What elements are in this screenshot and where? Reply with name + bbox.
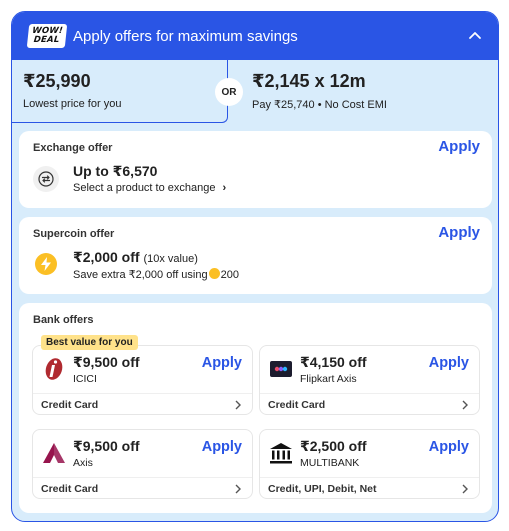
lightning-icon — [35, 253, 57, 275]
bank-offer-card-axis[interactable]: ₹9,500 off Axis Apply Credit Card — [32, 429, 253, 499]
supercoin-sub-line: Save extra ₹2,000 off using 200 — [73, 268, 239, 281]
flipkart-axis-card-icon — [269, 357, 293, 381]
supercoin-offer-panel[interactable]: Supercoin offer Apply ₹2,000 off (10x va… — [19, 217, 492, 294]
bank-offer-bank: Flipkart Axis — [300, 373, 357, 385]
flipkart-axis-apply-button[interactable]: Apply — [429, 355, 469, 371]
supercoin-icon — [208, 268, 220, 279]
lowest-price-label: Lowest price for you — [23, 98, 122, 110]
emi-label: Pay ₹25,740 • No Cost EMI — [252, 99, 387, 111]
icici-logo — [42, 357, 66, 381]
bank-offer-card-multibank[interactable]: ₹2,500 off MULTIBANK Apply Credit, UPI, … — [259, 429, 480, 499]
bank-offer-bank: ICICI — [73, 373, 97, 385]
multibank-apply-button[interactable]: Apply — [429, 439, 469, 455]
supercoin-multiplier: (10x value) — [143, 253, 198, 265]
price-options: ₹25,990 Lowest price for you OR ₹2,145 x… — [12, 60, 498, 126]
supercoin-sub-label: Save extra ₹2,000 off using — [73, 269, 208, 281]
bank-offer-card-icici[interactable]: ₹9,500 off ICICI Apply Credit Card — [32, 345, 253, 415]
bank-offer-amount: ₹4,150 off — [300, 354, 367, 370]
bank-building-icon — [269, 441, 293, 465]
chevron-up-icon[interactable] — [468, 29, 482, 43]
bank-offer-type: Credit Card — [41, 483, 99, 495]
supercoin-amount-line: ₹2,000 off (10x value) — [73, 249, 198, 266]
exchange-select-link[interactable]: Select a product to exchange › — [73, 182, 226, 194]
supercoin-offer-title: Supercoin offer — [33, 228, 115, 240]
supercoin-amount: ₹2,000 off — [73, 249, 140, 265]
axis-apply-button[interactable]: Apply — [202, 439, 242, 455]
chevron-right-icon: › — [222, 182, 227, 194]
chevron-right-icon — [235, 484, 241, 494]
chevron-right-icon — [462, 484, 468, 494]
exchange-offer-panel[interactable]: Exchange offer Apply Up to ₹6,570 Select… — [19, 131, 492, 208]
offers-header[interactable]: WOW! DEAL Apply offers for maximum savin… — [12, 12, 498, 60]
offers-title: Apply offers for maximum savings — [73, 27, 298, 45]
or-badge: OR — [215, 78, 243, 106]
chevron-right-icon — [462, 400, 468, 410]
exchange-apply-button[interactable]: Apply — [438, 138, 480, 155]
lowest-price: ₹25,990 — [23, 71, 91, 91]
wow-deal-badge: WOW! DEAL — [26, 24, 68, 48]
axis-logo — [42, 441, 66, 465]
bank-offer-footer[interactable]: Credit Card — [33, 393, 252, 415]
lowest-price-option[interactable]: ₹25,990 Lowest price for you — [12, 60, 228, 123]
best-value-badge: Best value for you — [41, 335, 138, 350]
bank-offer-bank: MULTIBANK — [300, 457, 360, 469]
bank-offer-amount: ₹9,500 off — [73, 354, 140, 370]
emi-price: ₹2,145 x 12m — [252, 71, 366, 91]
bank-offer-bank: Axis — [73, 457, 93, 469]
bank-offer-amount: ₹9,500 off — [73, 438, 140, 454]
bank-offer-card-flipkart-axis[interactable]: ₹4,150 off Flipkart Axis Apply Credit Ca… — [259, 345, 480, 415]
bank-offer-type: Credit Card — [268, 399, 326, 411]
supercoin-apply-button[interactable]: Apply — [438, 224, 480, 241]
exchange-select-label: Select a product to exchange — [73, 182, 216, 194]
bank-offer-amount: ₹2,500 off — [300, 438, 367, 454]
bank-offer-footer[interactable]: Credit Card — [33, 477, 252, 499]
icici-apply-button[interactable]: Apply — [202, 355, 242, 371]
bank-offer-type: Credit Card — [41, 399, 99, 411]
wow-deal-line2: DEAL — [33, 35, 60, 45]
supercoin-coins: 200 — [220, 269, 239, 281]
exchange-icon — [33, 166, 59, 192]
chevron-right-icon — [235, 400, 241, 410]
bank-offer-type: Credit, UPI, Debit, Net — [268, 483, 377, 495]
bank-offer-footer[interactable]: Credit, UPI, Debit, Net — [260, 477, 479, 499]
offers-card: WOW! DEAL Apply offers for maximum savin… — [11, 11, 499, 522]
exchange-amount: Up to ₹6,570 — [73, 163, 158, 179]
bank-offer-footer[interactable]: Credit Card — [260, 393, 479, 415]
bank-offers-title: Bank offers — [33, 314, 94, 326]
bank-offers-panel: Bank offers Best value for you ₹9,500 of… — [19, 303, 492, 513]
exchange-offer-title: Exchange offer — [33, 142, 113, 154]
